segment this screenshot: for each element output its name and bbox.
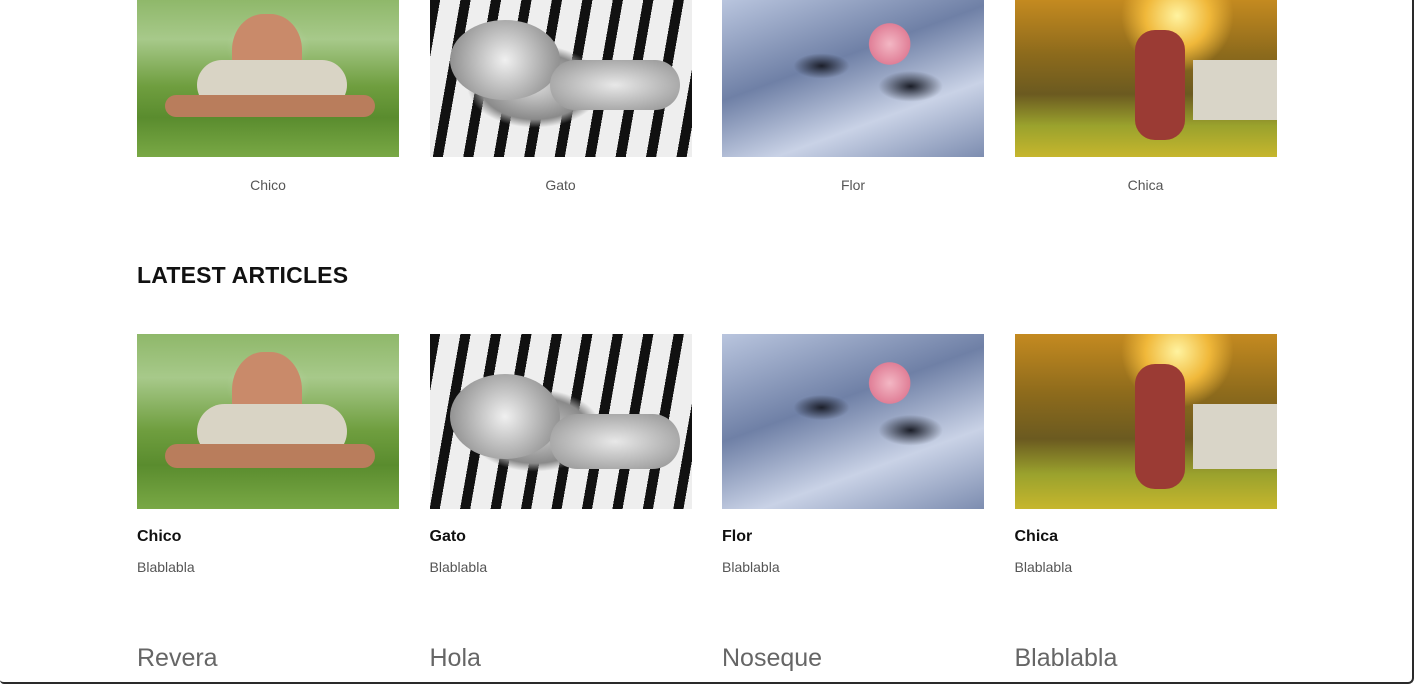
girl-sunlight-image[interactable] — [1014, 0, 1277, 157]
girl-sunlight-image[interactable] — [1014, 334, 1277, 509]
article-description: Blablabla — [429, 559, 488, 575]
article-card[interactable]: Gato Blablabla — [429, 334, 692, 575]
article-title[interactable]: Chico — [137, 528, 399, 546]
bottom-headings: Revera Hola Noseque Blablabla — [137, 644, 1277, 673]
kitten-piano-image[interactable] — [429, 334, 692, 509]
article-card[interactable]: Flor Blablabla — [722, 334, 984, 575]
gallery-caption: Flor — [840, 177, 866, 193]
bottom-heading: Revera — [137, 644, 218, 672]
kitten-piano-image[interactable] — [429, 0, 692, 157]
article-card[interactable]: Chico Blablabla — [137, 334, 399, 575]
article-title[interactable]: Gato — [430, 528, 692, 546]
rose-stones-image[interactable] — [722, 334, 984, 509]
article-description: Blablabla — [722, 559, 780, 575]
bottom-heading: Hola — [429, 644, 481, 672]
gallery-item[interactable]: Chica — [1014, 0, 1277, 193]
gallery-caption: Chica — [1127, 177, 1164, 193]
bottom-heading: Blablabla — [1014, 644, 1118, 672]
section-heading: LATEST ARTICLES — [137, 262, 349, 288]
rose-stones-image[interactable] — [722, 0, 984, 157]
top-gallery: Chico Gato Flor Chica — [137, 0, 1277, 193]
article-title[interactable]: Flor — [722, 528, 984, 546]
gallery-item[interactable]: Gato — [429, 0, 692, 193]
gallery-caption: Gato — [545, 177, 576, 193]
article-card[interactable]: Chica Blablabla — [1014, 334, 1277, 575]
article-description: Blablabla — [137, 559, 195, 575]
article-title[interactable]: Chica — [1015, 528, 1277, 546]
man-pushups-image[interactable] — [137, 0, 399, 157]
gallery-item[interactable]: Flor — [722, 0, 984, 193]
articles-list: Chico Blablabla Gato Blablabla Flor Blab… — [137, 334, 1277, 575]
article-description: Blablabla — [1014, 559, 1073, 575]
gallery-item[interactable]: Chico — [137, 0, 399, 193]
bottom-heading: Noseque — [722, 644, 823, 672]
gallery-caption: Chico — [250, 177, 286, 193]
man-pushups-image[interactable] — [137, 334, 399, 509]
